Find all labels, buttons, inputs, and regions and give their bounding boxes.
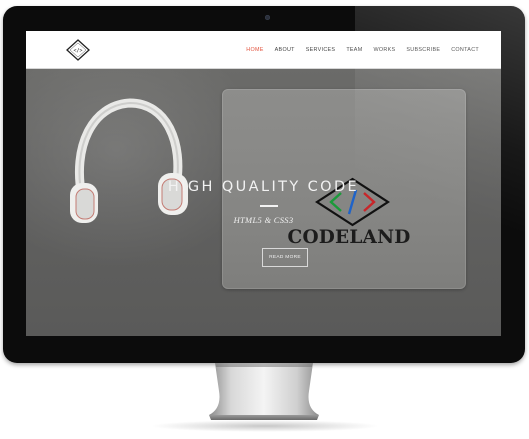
monitor-frame: </> HOME ABOUT SERVICES TEAM WORKS SUBSC… bbox=[3, 6, 525, 363]
nav-link-home[interactable]: HOME bbox=[246, 47, 263, 53]
nav-link-subscribe[interactable]: SUBSCRIBE bbox=[406, 47, 440, 53]
stand-shadow bbox=[150, 420, 380, 432]
nav-link-works[interactable]: WORKS bbox=[374, 47, 396, 53]
nav-link-services[interactable]: SERVICES bbox=[306, 47, 336, 53]
nav-link-contact[interactable]: CONTACT bbox=[451, 47, 479, 53]
camera-icon bbox=[265, 15, 270, 20]
nav-link-about[interactable]: ABOUT bbox=[275, 47, 295, 53]
hero-section: CODELAND HIGH QUALITY CODE HTML5 & CSS3 … bbox=[26, 69, 501, 336]
monitor-stand bbox=[209, 363, 319, 420]
monitor-screen: </> HOME ABOUT SERVICES TEAM WORKS SUBSC… bbox=[26, 31, 501, 336]
page-stage: </> HOME ABOUT SERVICES TEAM WORKS SUBSC… bbox=[0, 0, 529, 439]
codeland-logo-icon[interactable]: </> bbox=[66, 39, 90, 61]
hero-subtitle: HTML5 & CSS3 bbox=[233, 215, 294, 225]
hero-divider bbox=[260, 205, 278, 207]
svg-text:</>: </> bbox=[73, 48, 82, 54]
headphones-icon bbox=[70, 98, 188, 223]
read-more-button[interactable]: READ MORE bbox=[262, 248, 308, 267]
nav-menu: HOME ABOUT SERVICES TEAM WORKS SUBSCRIBE… bbox=[246, 31, 479, 68]
hero-title: HIGH QUALITY CODE bbox=[167, 179, 360, 195]
nav-link-team[interactable]: TEAM bbox=[346, 47, 362, 53]
laptop-sticker-text: CODELAND bbox=[287, 227, 411, 248]
site-navbar: </> HOME ABOUT SERVICES TEAM WORKS SUBSC… bbox=[26, 31, 501, 69]
